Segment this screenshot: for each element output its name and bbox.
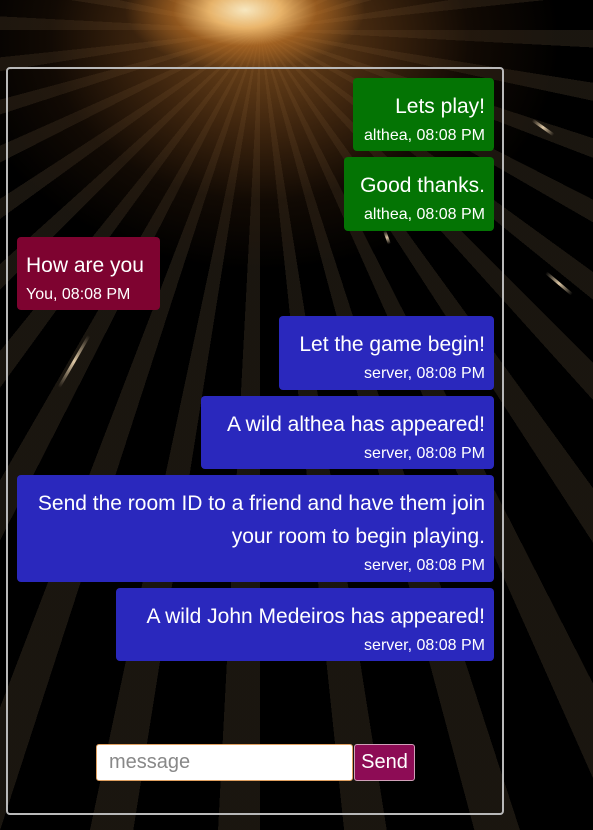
send-button[interactable]: Send <box>354 744 415 781</box>
message-bubble: Send the room ID to a friend and have th… <box>17 475 494 582</box>
message-text: Lets play! <box>395 95 485 118</box>
message-meta: You, 08:08 PM <box>26 286 131 303</box>
message-bubble: A wild althea has appeared! server, 08:0… <box>201 396 494 469</box>
message-meta: server, 08:08 PM <box>364 557 485 574</box>
message-meta: althea, 08:08 PM <box>364 127 485 144</box>
message-text: A wild althea has appeared! <box>226 413 485 436</box>
message-composer: Send <box>96 744 415 781</box>
message-bubble: Lets play! althea, 08:08 PM <box>353 78 494 151</box>
message-text: Let the game begin! <box>299 333 485 356</box>
message-text: How are you <box>26 254 144 277</box>
message-text: Send the room ID to a friend and have th… <box>37 492 485 548</box>
message-meta: server, 08:08 PM <box>364 445 485 462</box>
message-bubble: How are you You, 08:08 PM <box>17 237 160 310</box>
message-bubble: Good thanks. althea, 08:08 PM <box>344 157 494 231</box>
message-bubble: Let the game begin! server, 08:08 PM <box>279 316 494 390</box>
message-text: Good thanks. <box>360 174 485 197</box>
message-input[interactable] <box>96 744 353 781</box>
message-meta: althea, 08:08 PM <box>364 206 485 223</box>
message-text: A wild John Medeiros has appeared! <box>146 605 485 628</box>
message-bubble: A wild John Medeiros has appeared! serve… <box>116 588 494 661</box>
message-meta: server, 08:08 PM <box>364 365 485 382</box>
message-meta: server, 08:08 PM <box>364 637 485 654</box>
